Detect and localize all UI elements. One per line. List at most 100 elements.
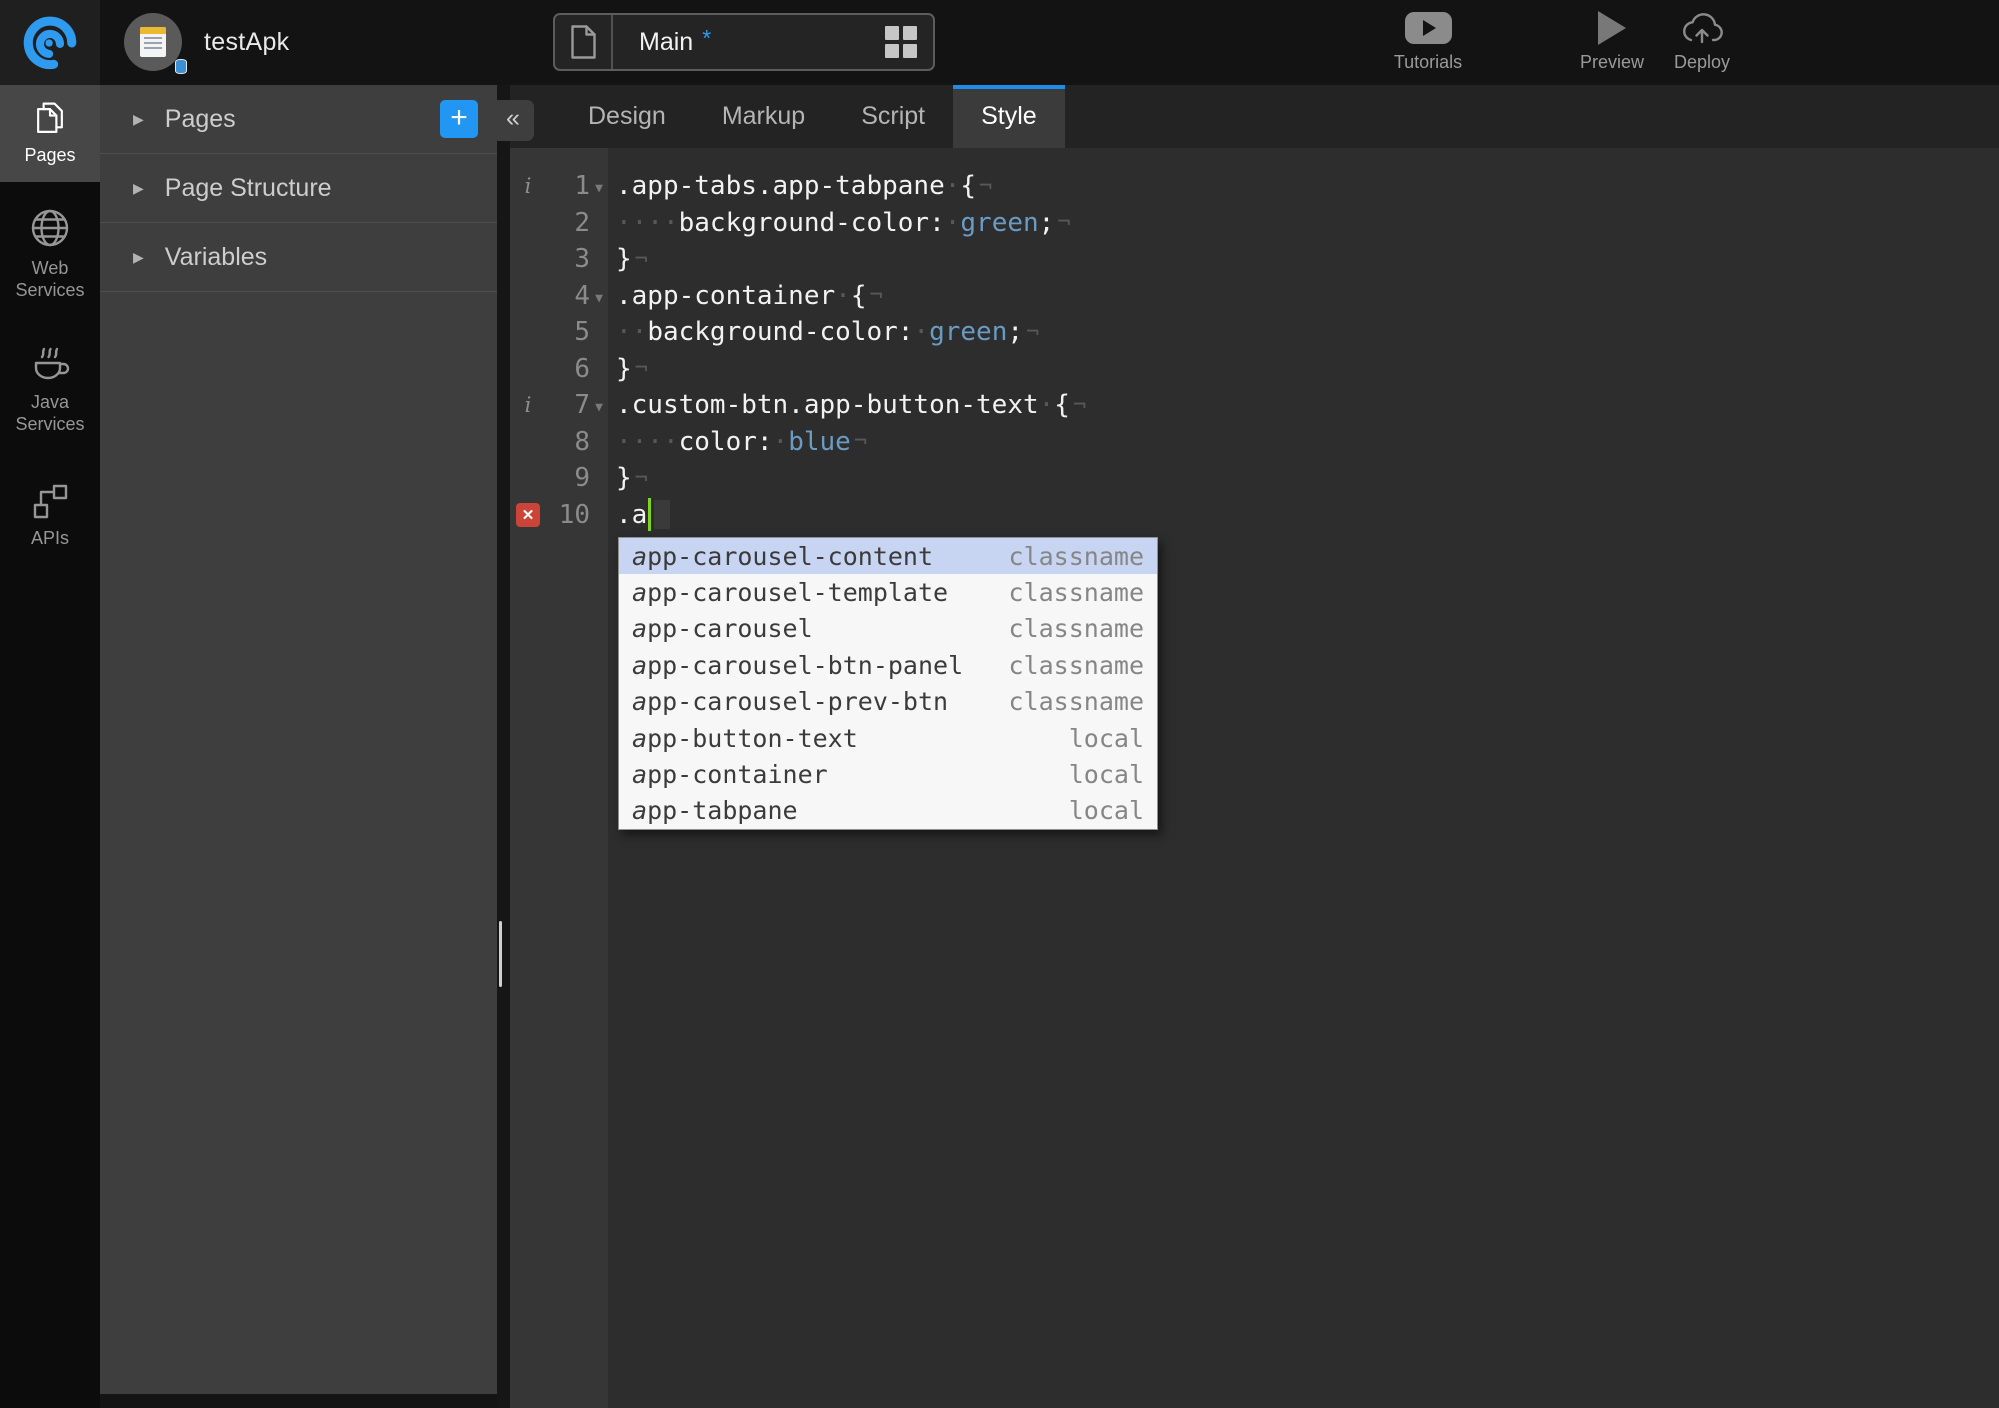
fold-arrow-icon[interactable]: ▼ bbox=[590, 176, 608, 196]
rail-item-pages[interactable]: Pages bbox=[0, 85, 100, 182]
completion-item[interactable]: a pp-carousel classname bbox=[619, 611, 1157, 647]
code-line[interactable]: i 7 ▼ .custom-btn.app-button-text ·{¬ bbox=[510, 387, 1999, 424]
code-text[interactable]: } ¬ bbox=[616, 354, 648, 384]
line-number: 8 bbox=[574, 426, 590, 457]
code-text[interactable]: } ¬ bbox=[616, 244, 648, 274]
completion-name: a pp-carousel-btn-panel bbox=[632, 650, 964, 680]
completion-kind: classname bbox=[1008, 541, 1144, 571]
panel-scrollbar-thumb[interactable] bbox=[499, 921, 502, 987]
panel-splitter[interactable] bbox=[497, 85, 510, 1408]
pages-icon bbox=[37, 102, 63, 133]
code-text[interactable]: .app-tabs.app-tabpane ·{¬ bbox=[616, 171, 992, 201]
line-number: 10 bbox=[558, 499, 590, 530]
section-label: Page Structure bbox=[164, 173, 332, 202]
code-text[interactable]: .app-container ·{¬ bbox=[616, 281, 883, 311]
line-number: 1 bbox=[574, 171, 590, 202]
code-line[interactable]: 4 ▼ .app-container ·{¬ bbox=[510, 278, 1999, 315]
code-text[interactable]: ·· background-color: · green; ¬ bbox=[616, 317, 1039, 347]
rail-label: APIs bbox=[30, 528, 69, 549]
tutorials-button[interactable]: Tutorials bbox=[1363, 11, 1493, 73]
error-icon[interactable]: ✕ bbox=[516, 502, 540, 527]
completion-kind: local bbox=[1068, 796, 1144, 826]
wave-logo-icon bbox=[23, 16, 77, 69]
app-title: testApk bbox=[204, 28, 290, 56]
line-number: 3 bbox=[574, 244, 590, 275]
rail-label: Web Services bbox=[15, 258, 85, 300]
editor-tab-bar: Design Markup Script Style bbox=[510, 85, 1999, 148]
completion-item[interactable]: a pp-carousel-prev-btn classname bbox=[619, 684, 1157, 720]
completion-name: a pp-button-text bbox=[632, 723, 858, 753]
code-text[interactable]: .custom-btn.app-button-text ·{¬ bbox=[616, 390, 1086, 420]
code-text[interactable]: ···· color: · blue ¬ bbox=[616, 427, 867, 457]
rail-item-java-services[interactable]: Java Services bbox=[0, 326, 100, 450]
code-line[interactable]: 6 } ¬ bbox=[510, 351, 1999, 388]
brand-logo[interactable] bbox=[0, 0, 100, 85]
completion-name: a pp-carousel-template bbox=[632, 578, 949, 608]
completion-kind: classname bbox=[1008, 614, 1144, 644]
code-line[interactable]: 9 } ¬ bbox=[510, 460, 1999, 497]
completion-item[interactable]: a pp-button-text local bbox=[619, 720, 1157, 756]
code-line[interactable]: 3 } ¬ bbox=[510, 241, 1999, 278]
completion-kind: local bbox=[1068, 723, 1144, 753]
code-line[interactable]: 8 ···· color: · blue ¬ bbox=[510, 424, 1999, 461]
code-text[interactable]: } ¬ bbox=[616, 463, 648, 493]
section-variables[interactable]: ▶ Variables bbox=[100, 223, 497, 292]
completion-item[interactable]: a pp-carousel-btn-panel classname bbox=[619, 647, 1157, 683]
completion-item[interactable]: a pp-tabpane local bbox=[619, 793, 1157, 829]
tab-markup[interactable]: Markup bbox=[694, 85, 833, 148]
play-icon bbox=[1598, 11, 1626, 45]
code-line[interactable]: ✕ 10 .a bbox=[510, 497, 1999, 534]
line-number: 7 bbox=[574, 390, 590, 421]
completion-item[interactable]: a pp-carousel-template classname bbox=[619, 574, 1157, 610]
file-icon bbox=[570, 25, 596, 59]
globe-icon bbox=[31, 209, 69, 247]
completion-kind: classname bbox=[1008, 650, 1144, 680]
rail-label: Pages bbox=[24, 145, 76, 166]
rail-item-apis[interactable]: APIs bbox=[0, 468, 100, 565]
add-page-button[interactable]: + bbox=[440, 100, 478, 138]
app-db-icon bbox=[175, 59, 187, 74]
line-number: 5 bbox=[574, 317, 590, 348]
expand-arrow-icon[interactable]: ▶ bbox=[133, 111, 144, 128]
fold-arrow-icon[interactable]: ▼ bbox=[590, 286, 608, 306]
info-icon[interactable]: i bbox=[510, 393, 546, 417]
youtube-icon bbox=[1404, 12, 1452, 44]
section-page-structure[interactable]: ▶ Page Structure bbox=[100, 154, 497, 223]
deploy-button[interactable]: Deploy bbox=[1637, 11, 1767, 73]
tab-style[interactable]: Style bbox=[953, 85, 1065, 148]
code-text[interactable]: ···· background-color: · green; ¬ bbox=[616, 208, 1071, 238]
pages-grid-icon[interactable] bbox=[885, 26, 917, 58]
section-pages[interactable]: ▶ Pages + bbox=[100, 85, 497, 154]
coffee-cup-icon bbox=[34, 347, 70, 380]
completion-name: a pp-container bbox=[632, 760, 828, 790]
tab-design[interactable]: Design bbox=[560, 85, 694, 148]
api-connector-icon bbox=[33, 485, 68, 519]
completion-kind: local bbox=[1068, 760, 1144, 790]
code-line[interactable]: i 1 ▼ .app-tabs.app-tabpane ·{¬ bbox=[510, 168, 1999, 205]
app-avatar[interactable] bbox=[124, 13, 187, 74]
completion-item[interactable]: a pp-container local bbox=[619, 756, 1157, 792]
open-page-title: Main bbox=[639, 27, 694, 56]
code-area[interactable]: i 1 ▼ .app-tabs.app-tabpane ·{¬ 2 ···· bac… bbox=[510, 168, 1999, 533]
expand-arrow-icon[interactable]: ▶ bbox=[133, 180, 144, 197]
tab-script[interactable]: Script bbox=[833, 85, 953, 148]
autocomplete-popup: a pp-carousel-content classname a pp-carou… bbox=[618, 537, 1158, 831]
line-number: 2 bbox=[574, 207, 590, 238]
deploy-label: Deploy bbox=[1673, 52, 1731, 72]
line-number: 9 bbox=[574, 463, 590, 494]
code-line[interactable]: 5 ·· background-color: · green; ¬ bbox=[510, 314, 1999, 351]
code-line[interactable]: 2 ···· background-color: · green; ¬ bbox=[510, 205, 1999, 242]
top-bar: testApk Main * Tutorials Preview Deploy bbox=[0, 0, 1999, 85]
rail-label: Java Services bbox=[15, 392, 85, 434]
fold-arrow-icon[interactable]: ▼ bbox=[590, 395, 608, 415]
open-page-tab[interactable]: Main * bbox=[553, 13, 935, 71]
expand-arrow-icon[interactable]: ▶ bbox=[133, 249, 144, 266]
info-icon[interactable]: i bbox=[510, 174, 546, 198]
completion-item[interactable]: a pp-carousel-content classname bbox=[619, 538, 1157, 575]
unsaved-changes-marker: * bbox=[702, 24, 712, 51]
code-text[interactable]: .a bbox=[616, 498, 671, 532]
rail-item-web-services[interactable]: Web Services bbox=[0, 192, 100, 316]
completion-name: a pp-carousel-content bbox=[632, 541, 934, 571]
page-type-cell[interactable] bbox=[555, 15, 613, 69]
collapse-panel-button[interactable]: « bbox=[492, 100, 534, 141]
